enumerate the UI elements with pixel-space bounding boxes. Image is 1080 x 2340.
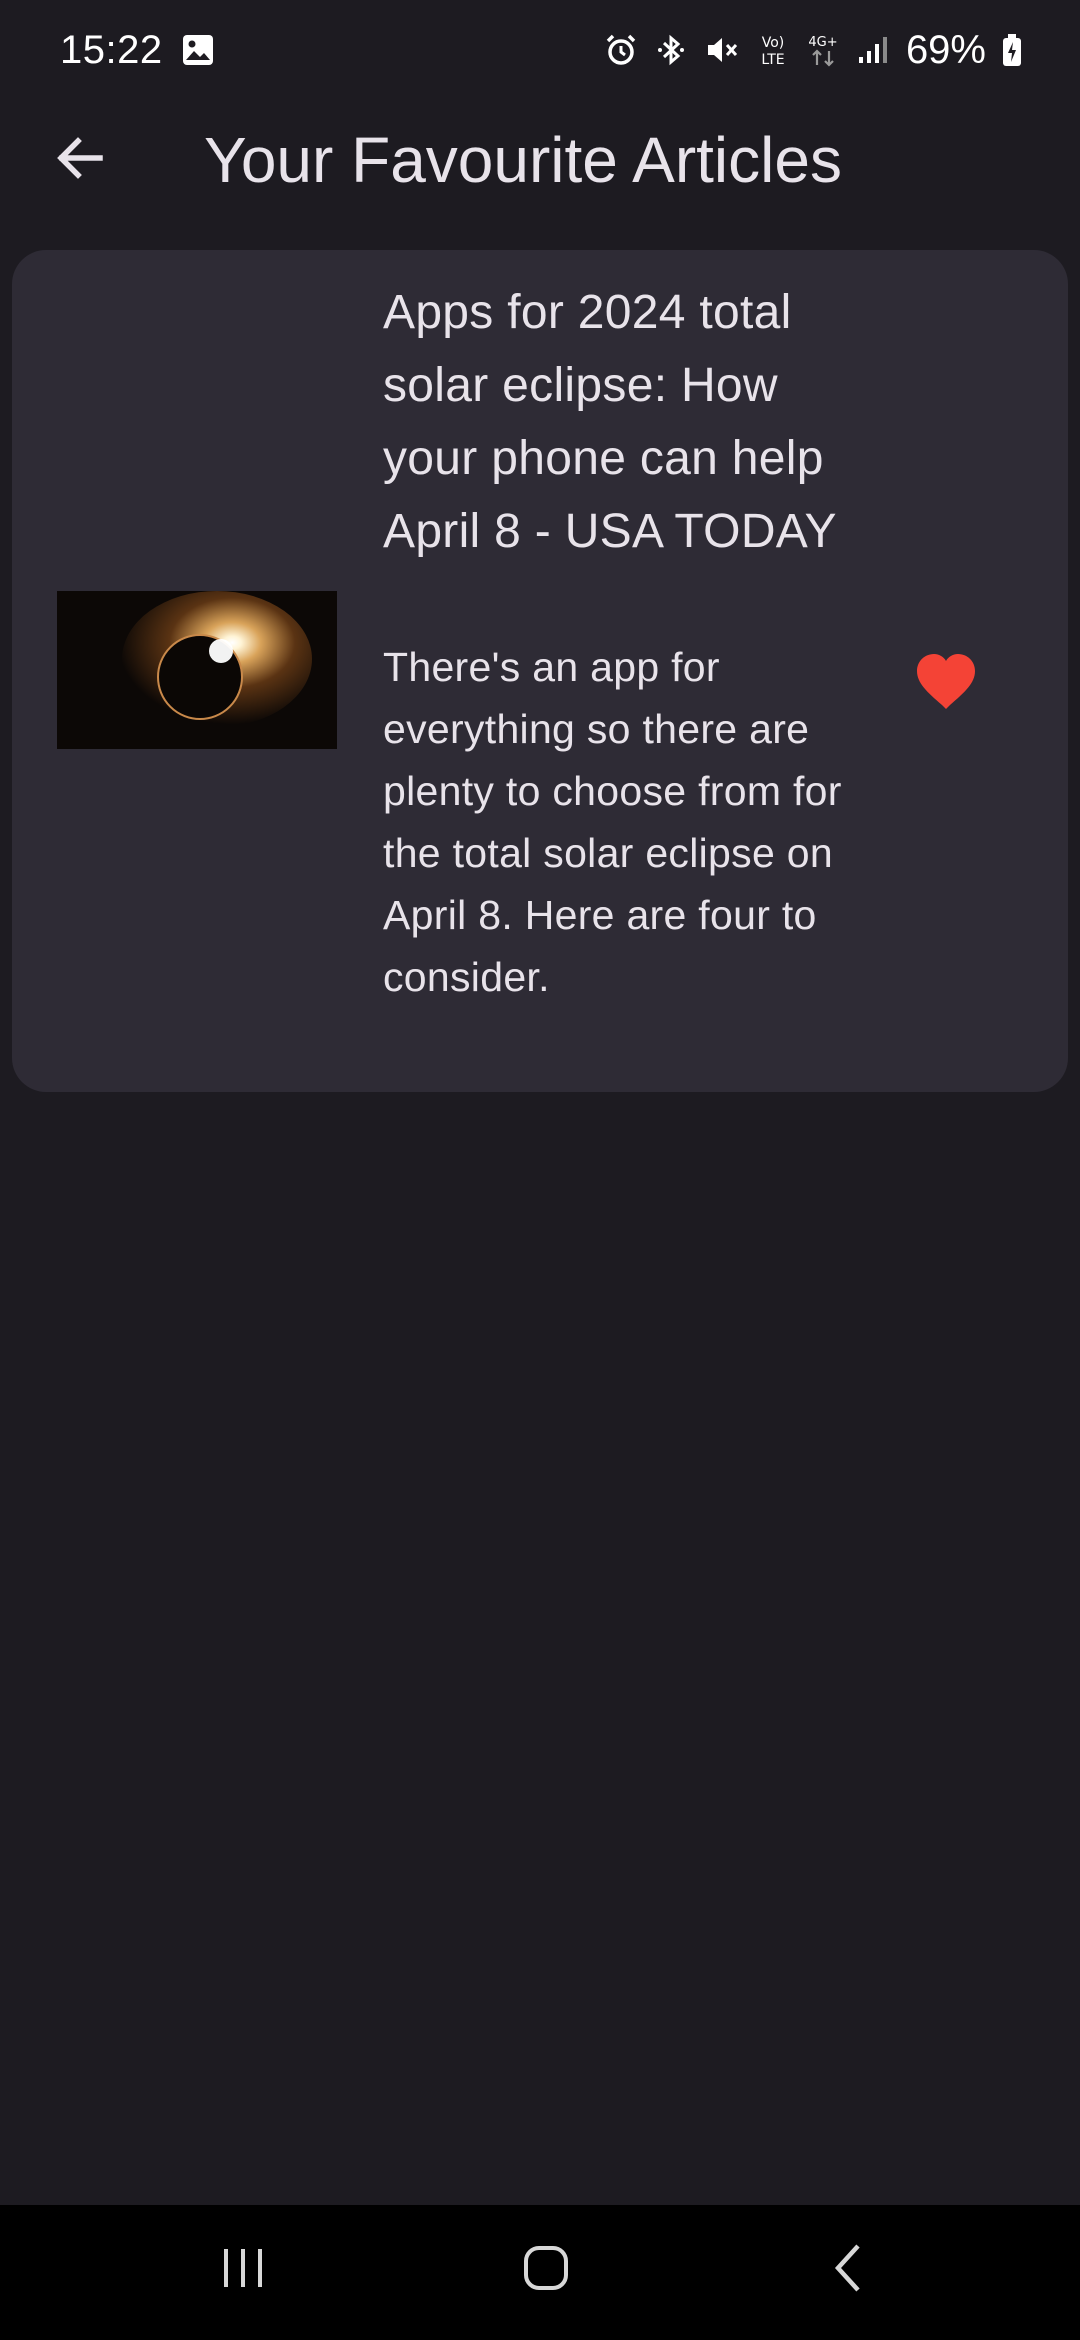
system-back-button[interactable] [788, 2225, 908, 2315]
mute-icon [704, 33, 740, 67]
status-time: 15:22 [60, 27, 163, 72]
page-title: Your Favourite Articles [204, 124, 842, 196]
image-icon [181, 33, 215, 67]
solar-eclipse-image [57, 591, 337, 749]
status-bar: 15:22 Vo) LTE 4G+ 69% [0, 0, 1080, 100]
battery-percent: 69% [905, 27, 986, 72]
recent-apps-icon [218, 2246, 268, 2295]
home-icon [522, 2244, 570, 2297]
arrow-back-icon [54, 132, 106, 189]
recent-apps-button[interactable] [183, 2225, 303, 2315]
svg-text:4G+: 4G+ [808, 35, 837, 50]
article-title[interactable]: Apps for 2024 total solar eclipse: How y… [383, 276, 853, 568]
volte-icon: Vo) LTE [756, 32, 790, 68]
article-card[interactable]: Apps for 2024 total solar eclipse: How y… [12, 250, 1068, 1092]
system-nav-bar [0, 2205, 1080, 2340]
heart-icon [915, 653, 977, 716]
favourite-button[interactable] [892, 630, 1000, 738]
status-right: Vo) LTE 4G+ 69% [604, 28, 1022, 73]
svg-text:Vo): Vo) [762, 35, 785, 51]
svg-text:LTE: LTE [761, 52, 784, 68]
battery-icon [1002, 32, 1022, 68]
status-left: 15:22 [60, 28, 215, 73]
alarm-icon [604, 33, 638, 67]
bluetooth-icon [654, 33, 688, 67]
back-button[interactable] [40, 120, 120, 200]
article-description: There's an app for everything so there a… [383, 644, 842, 1000]
app-bar: Your Favourite Articles [0, 100, 1080, 220]
signal-icon [856, 33, 890, 67]
home-button[interactable] [486, 2225, 606, 2315]
4g-icon: 4G+ [806, 32, 840, 68]
back-chevron-icon [828, 2242, 868, 2299]
